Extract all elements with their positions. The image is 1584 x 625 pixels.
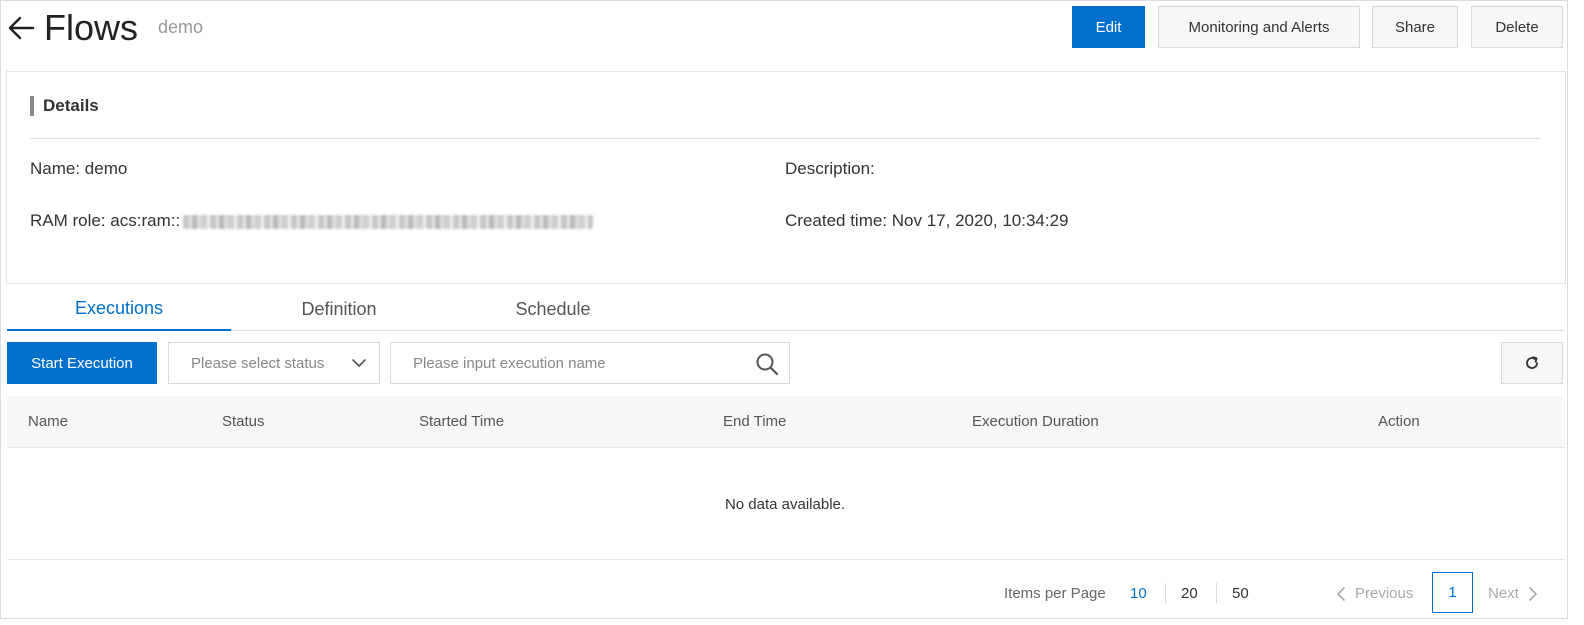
- page-subtitle: demo: [158, 17, 204, 37]
- tab-definition[interactable]: Definition: [231, 287, 447, 331]
- column-header-name: Name: [28, 413, 69, 430]
- column-header-action: Action: [1378, 413, 1420, 430]
- current-page-button[interactable]: 1: [1432, 572, 1473, 613]
- created-time-field: Created time: Nov 17, 2020, 10:34:29: [785, 211, 1069, 230]
- description-field: Description:: [785, 159, 875, 178]
- column-header-status: Status: [222, 413, 265, 430]
- delete-button[interactable]: Delete: [1471, 6, 1563, 48]
- details-card: Details Name: demo RAM role: acs:ram:: D…: [6, 71, 1566, 284]
- search-icon[interactable]: [755, 352, 779, 376]
- tab-schedule[interactable]: Schedule: [447, 287, 659, 331]
- status-select-placeholder: Please select status: [191, 354, 325, 372]
- back-arrow-icon[interactable]: [6, 13, 36, 43]
- name-field: Name: demo: [30, 159, 128, 178]
- details-divider: [30, 138, 1541, 139]
- page-size-divider: [1216, 583, 1217, 603]
- tab-executions[interactable]: Executions: [7, 287, 231, 331]
- column-header-started-time: Started Time: [419, 413, 505, 430]
- tab-bar: Executions Definition Schedule: [7, 287, 1565, 331]
- search-input[interactable]: [391, 343, 741, 383]
- page-size-20[interactable]: 20: [1181, 585, 1198, 602]
- table-bottom-divider: [7, 559, 1565, 560]
- next-page-button[interactable]: Next: [1488, 585, 1539, 602]
- chevron-left-icon: [1337, 586, 1345, 601]
- page-size-divider: [1165, 583, 1166, 603]
- next-label: Next: [1488, 585, 1519, 602]
- previous-page-button[interactable]: Previous: [1335, 585, 1413, 602]
- status-select[interactable]: Please select status: [168, 342, 380, 384]
- search-box: [390, 342, 790, 384]
- table-header: Name Status Started Time End Time Execut…: [7, 396, 1565, 448]
- page-size-50[interactable]: 50: [1232, 585, 1249, 602]
- edit-button[interactable]: Edit: [1072, 6, 1145, 48]
- ram-role-redacted-value: [183, 214, 594, 229]
- column-header-execution-duration: Execution Duration: [972, 413, 1099, 430]
- details-heading: Details: [30, 96, 99, 116]
- ram-role-label: RAM role: acs:ram::: [30, 211, 181, 230]
- column-header-end-time: End Time: [723, 413, 787, 430]
- refresh-button[interactable]: [1501, 342, 1563, 384]
- refresh-icon: [1526, 356, 1538, 369]
- previous-label: Previous: [1355, 585, 1414, 602]
- ram-role-field: RAM role: acs:ram::: [30, 211, 594, 231]
- start-execution-button[interactable]: Start Execution: [7, 342, 157, 384]
- items-per-page-label: Items per Page: [1004, 585, 1106, 602]
- empty-state-text: No data available.: [724, 496, 846, 513]
- page-frame: Flows demo Edit Monitoring and Alerts Sh…: [0, 0, 1568, 619]
- monitoring-alerts-button[interactable]: Monitoring and Alerts: [1158, 6, 1360, 48]
- page-size-10[interactable]: 10: [1130, 585, 1147, 602]
- chevron-right-icon: [1529, 586, 1537, 601]
- page-title: Flows: [44, 7, 139, 48]
- share-button[interactable]: Share: [1372, 6, 1458, 48]
- chevron-down-icon: [352, 359, 366, 367]
